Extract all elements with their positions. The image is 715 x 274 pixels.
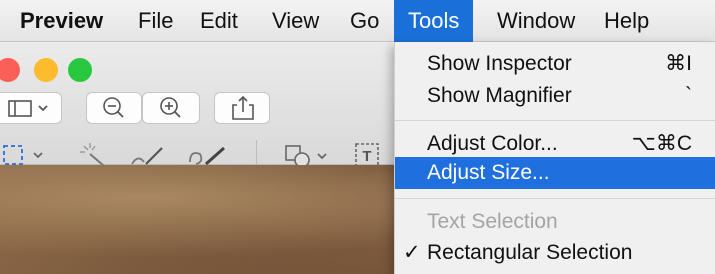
menu-item-label: Show Magnifier [427,84,572,107]
minimize-window-button[interactable] [34,58,58,82]
zoom-out-button[interactable] [86,92,142,124]
menu-separator [395,120,715,121]
menu-file[interactable]: File [138,0,173,42]
close-window-button[interactable] [0,58,20,82]
menu-item-label: Adjust Color... [427,132,558,155]
menu-item-label: Text Selection [427,210,558,233]
text-tool-label: T [362,148,371,165]
menu-item-label: Adjust Size... [427,161,550,184]
menu-item-text-selection[interactable]: Text Selection [395,206,715,238]
menu-window[interactable]: Window [497,0,575,42]
sidebar-toggle-button[interactable] [0,92,62,124]
zoom-in-button[interactable] [142,92,200,124]
menu-go[interactable]: Go [350,0,379,42]
menu-item-label: Show Inspector [427,52,572,75]
sidebar-icon [8,100,48,117]
menu-item-label: Rectangular Selection [427,241,633,264]
menu-item-adjust-color[interactable]: Adjust Color... ⌥⌘C [395,128,715,160]
share-icon [232,95,254,120]
checkmark-icon: ✓ [403,241,421,264]
menu-separator [395,198,715,199]
menu-bar: Preview File Edit View Go Tools Window H… [0,0,715,42]
menu-item-show-magnifier[interactable]: Show Magnifier ` [395,80,715,112]
menu-app-preview[interactable]: Preview [20,0,103,42]
zoom-out-icon [103,97,124,118]
menu-item-rectangular-selection[interactable]: ✓ Rectangular Selection [395,237,715,269]
menu-item-adjust-size[interactable]: Adjust Size... [395,157,715,189]
tools-menu-dropdown: Show Inspector ⌘I Show Magnifier ` Adjus… [394,42,715,274]
menu-help[interactable]: Help [604,0,649,42]
shortcut-label: ` [685,84,692,107]
share-button[interactable] [214,92,270,124]
menu-view[interactable]: View [272,0,319,42]
shortcut-label: ⌥⌘C [631,132,692,155]
menu-item-show-inspector[interactable]: Show Inspector ⌘I [395,48,715,80]
shortcut-label: ⌘I [665,52,692,75]
toolbar-divider [256,140,261,168]
zoom-window-button[interactable] [68,58,92,82]
zoom-in-icon [160,97,181,118]
menu-tools[interactable]: Tools [394,0,474,42]
menu-edit[interactable]: Edit [200,0,238,42]
